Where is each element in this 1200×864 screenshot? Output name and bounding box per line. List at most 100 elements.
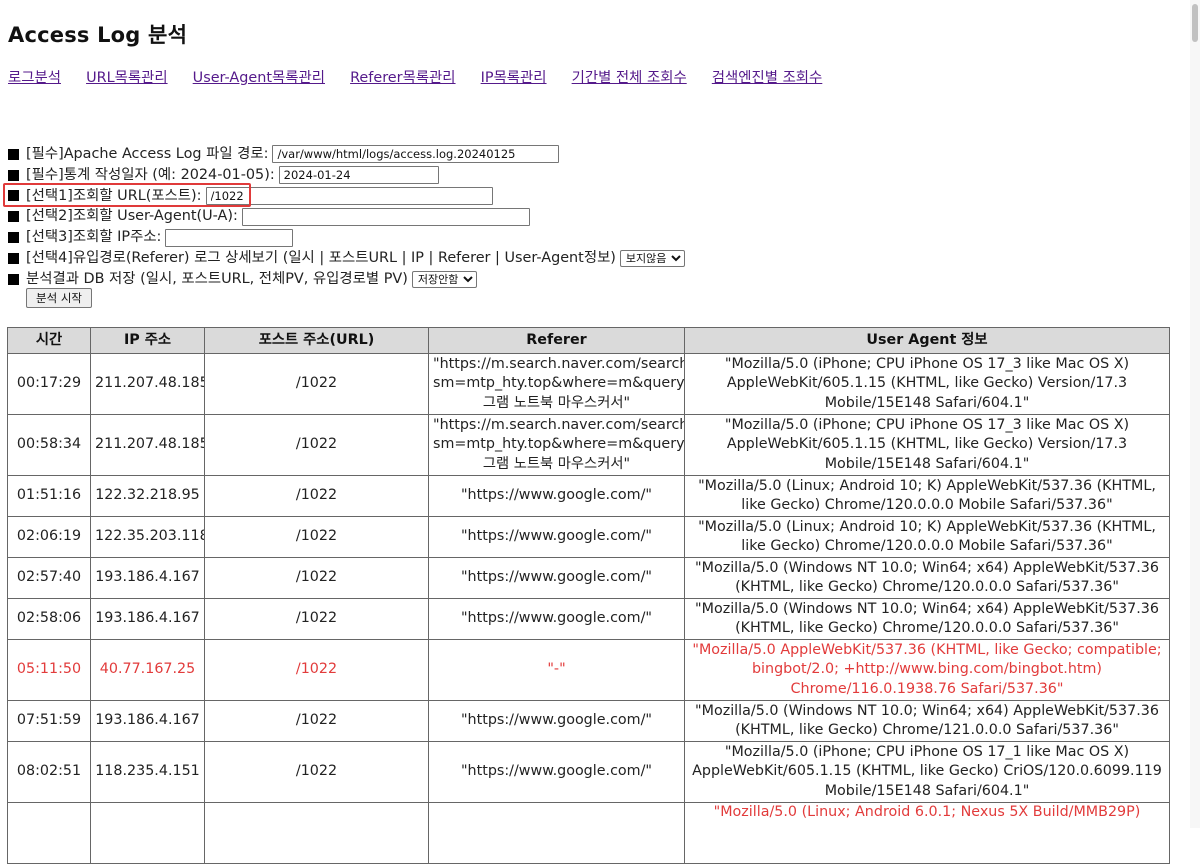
cell-user-agent: "Mozilla/5.0 (iPhone; CPU iPhone OS 17_3… xyxy=(684,353,1170,415)
form-row-stat-date: [필수]통계 작성일자 (예: 2024-01-05): xyxy=(8,165,1168,186)
cell-user-agent: "Mozilla/5.0 (Linux; Android 10; K) Appl… xyxy=(684,475,1170,517)
nav-link-search-engine-views[interactable]: 검색엔진별 조회수 xyxy=(712,66,823,87)
cell-user-agent: "Mozilla/5.0 (Linux; Android 10; K) Appl… xyxy=(684,516,1170,558)
cell-referer: "https://m.search.naver.com/search.naver… xyxy=(428,353,685,415)
cell-user-agent: "Mozilla/5.0 (Windows NT 10.0; Win64; x6… xyxy=(684,700,1170,742)
nav-link-url-list[interactable]: URL목록관리 xyxy=(86,66,168,87)
bullet-square-icon xyxy=(8,273,19,285)
form-row-user-agent: [선택2]조회할 User-Agent(U-A): xyxy=(8,206,1168,227)
bullet-square-icon xyxy=(8,169,19,181)
cell-url: /1022 xyxy=(204,598,429,640)
form-row-url: [선택1]조회할 URL(포스트): xyxy=(8,186,1168,207)
log-path-label: [필수]Apache Access Log 파일 경로: xyxy=(26,146,269,162)
cell-time: 00:58:34 xyxy=(7,414,91,476)
cell-url: /1022 xyxy=(204,700,429,742)
cell-ip: 122.35.203.118 xyxy=(90,516,205,558)
cell-ip: 118.235.4.151 xyxy=(90,741,205,803)
user-agent-label: [선택2]조회할 User-Agent(U-A): xyxy=(26,208,238,225)
db-save-select[interactable]: 저장안함 xyxy=(411,270,477,288)
cell-url: /1022 xyxy=(204,475,429,517)
stat-date-label: [필수]통계 작성일자 (예: 2024-01-05): xyxy=(26,166,275,183)
nav-link-ip-list[interactable]: IP목록관리 xyxy=(481,66,547,87)
scrollbar-thumb[interactable] xyxy=(1192,4,1198,42)
user-agent-input[interactable] xyxy=(241,207,530,226)
cell-ip: 193.186.4.167 xyxy=(90,557,205,599)
table-row: 08:02:51 118.235.4.151 /1022 "https://ww… xyxy=(7,741,1170,803)
cell-user-agent: "Mozilla/5.0 (Linux; Android 6.0.1; Nexu… xyxy=(684,802,1170,864)
cell-url: /1022 xyxy=(204,414,429,476)
db-save-label: 분석결과 DB 저장 (일시, 포스트URL, 전체PV, 유입경로별 PV) xyxy=(26,270,408,287)
top-nav: 로그분석 URL목록관리 User-Agent목록관리 Referer목록관리 … xyxy=(8,66,842,88)
nav-link-referer-list[interactable]: Referer목록관리 xyxy=(350,66,455,87)
cell-user-agent: "Mozilla/5.0 (Windows NT 10.0; Win64; x6… xyxy=(684,557,1170,599)
log-path-input[interactable] xyxy=(272,145,560,164)
nav-link-log-analysis[interactable]: 로그분석 xyxy=(8,66,61,87)
cell-user-agent: "Mozilla/5.0 AppleWebKit/537.36 (KHTML, … xyxy=(684,639,1170,701)
cell-url: /1022 xyxy=(204,639,429,701)
access-log-table: 시간 IP 주소 포스트 주소(URL) Referer User Agent … xyxy=(7,327,1170,864)
cell-referer: "https://www.google.com/" xyxy=(428,700,685,742)
cell-url: /1022 xyxy=(204,353,429,415)
cell-user-agent: "Mozilla/5.0 (iPhone; CPU iPhone OS 17_1… xyxy=(684,741,1170,803)
col-header-time: 시간 xyxy=(7,327,91,354)
cell-time: 01:51:16 xyxy=(7,475,91,517)
table-row: 02:58:06 193.186.4.167 /1022 "https://ww… xyxy=(7,598,1170,640)
start-analysis-button[interactable]: 분석 시작 xyxy=(26,288,92,308)
cell-ip: 122.32.218.95 xyxy=(90,475,205,517)
cell-time: 02:06:19 xyxy=(7,516,91,558)
cell-time: 05:11:50 xyxy=(7,639,91,701)
cell-referer: "-" xyxy=(428,639,685,701)
form-row-log-path: [필수]Apache Access Log 파일 경로: xyxy=(8,144,1168,165)
table-row: 01:51:16 122.32.218.95 /1022 "https://ww… xyxy=(7,475,1170,517)
cell-ip: 40.77.167.25 xyxy=(90,639,205,701)
referer-detail-select[interactable]: 보지않음 xyxy=(619,249,685,267)
cell-ip: 193.186.4.167 xyxy=(90,598,205,640)
cell-time: 07:51:59 xyxy=(7,700,91,742)
cell-referer: "https://www.google.com/" xyxy=(428,557,685,599)
referer-detail-label: [선택4]유입경로(Referer) 로그 상세보기 (일시 | 포스트URL … xyxy=(26,249,616,266)
cell-time: 00:17:29 xyxy=(7,353,91,415)
cell-url: /1022 xyxy=(204,557,429,599)
table-row-bot: 05:11:50 40.77.167.25 /1022 "-" "Mozilla… xyxy=(7,639,1170,701)
table-row: 07:51:59 193.186.4.167 /1022 "https://ww… xyxy=(7,700,1170,742)
cell-referer xyxy=(428,802,685,864)
nav-link-period-views[interactable]: 기간별 전체 조회수 xyxy=(572,66,687,87)
cell-ip: 211.207.48.185 xyxy=(90,353,205,415)
cell-time xyxy=(7,802,91,864)
col-header-user-agent: User Agent 정보 xyxy=(684,327,1170,354)
table-row-bot: "Mozilla/5.0 (Linux; Android 6.0.1; Nexu… xyxy=(7,802,1170,864)
cell-time: 02:57:40 xyxy=(7,557,91,599)
page-title: Access Log 분석 xyxy=(8,23,188,47)
cell-referer: "https://www.google.com/" xyxy=(428,598,685,640)
table-row: 02:06:19 122.35.203.118 /1022 "https://w… xyxy=(7,516,1170,558)
table-row: 00:58:34 211.207.48.185 /1022 "https://m… xyxy=(7,414,1170,476)
form-row-referer-detail: [선택4]유입경로(Referer) 로그 상세보기 (일시 | 포스트URL … xyxy=(8,248,1168,269)
bullet-square-icon xyxy=(8,190,19,202)
url-label: [선택1]조회할 URL(포스트): xyxy=(26,187,202,204)
bullet-square-icon xyxy=(8,211,19,223)
col-header-ip: IP 주소 xyxy=(90,327,205,354)
form-row-ip: [선택3]조회할 IP주소: xyxy=(8,227,1168,248)
analysis-form: [필수]Apache Access Log 파일 경로: [필수]통계 작성일자… xyxy=(8,144,1168,290)
form-row-db-save: 분석결과 DB 저장 (일시, 포스트URL, 전체PV, 유입경로별 PV) … xyxy=(8,269,1168,290)
cell-referer: "https://m.search.naver.com/search.naver… xyxy=(428,414,685,476)
vertical-scrollbar[interactable] xyxy=(1190,0,1200,828)
bullet-square-icon xyxy=(8,252,19,264)
cell-user-agent: "Mozilla/5.0 (Windows NT 10.0; Win64; x6… xyxy=(684,598,1170,640)
url-input[interactable] xyxy=(205,186,493,205)
ip-label: [선택3]조회할 IP주소: xyxy=(26,229,162,246)
bullet-square-icon xyxy=(8,232,19,244)
cell-ip: 211.207.48.185 xyxy=(90,414,205,476)
stat-date-input[interactable] xyxy=(278,166,439,185)
table-header-row: 시간 IP 주소 포스트 주소(URL) Referer User Agent … xyxy=(7,327,1170,354)
bullet-square-icon xyxy=(8,148,19,160)
ip-input[interactable] xyxy=(165,228,294,247)
cell-ip xyxy=(90,802,205,864)
table-row: 02:57:40 193.186.4.167 /1022 "https://ww… xyxy=(7,557,1170,599)
cell-referer: "https://www.google.com/" xyxy=(428,475,685,517)
cell-time: 02:58:06 xyxy=(7,598,91,640)
cell-ip: 193.186.4.167 xyxy=(90,700,205,742)
nav-link-user-agent-list[interactable]: User-Agent목록관리 xyxy=(193,66,325,87)
cell-url: /1022 xyxy=(204,741,429,803)
cell-user-agent: "Mozilla/5.0 (iPhone; CPU iPhone OS 17_3… xyxy=(684,414,1170,476)
